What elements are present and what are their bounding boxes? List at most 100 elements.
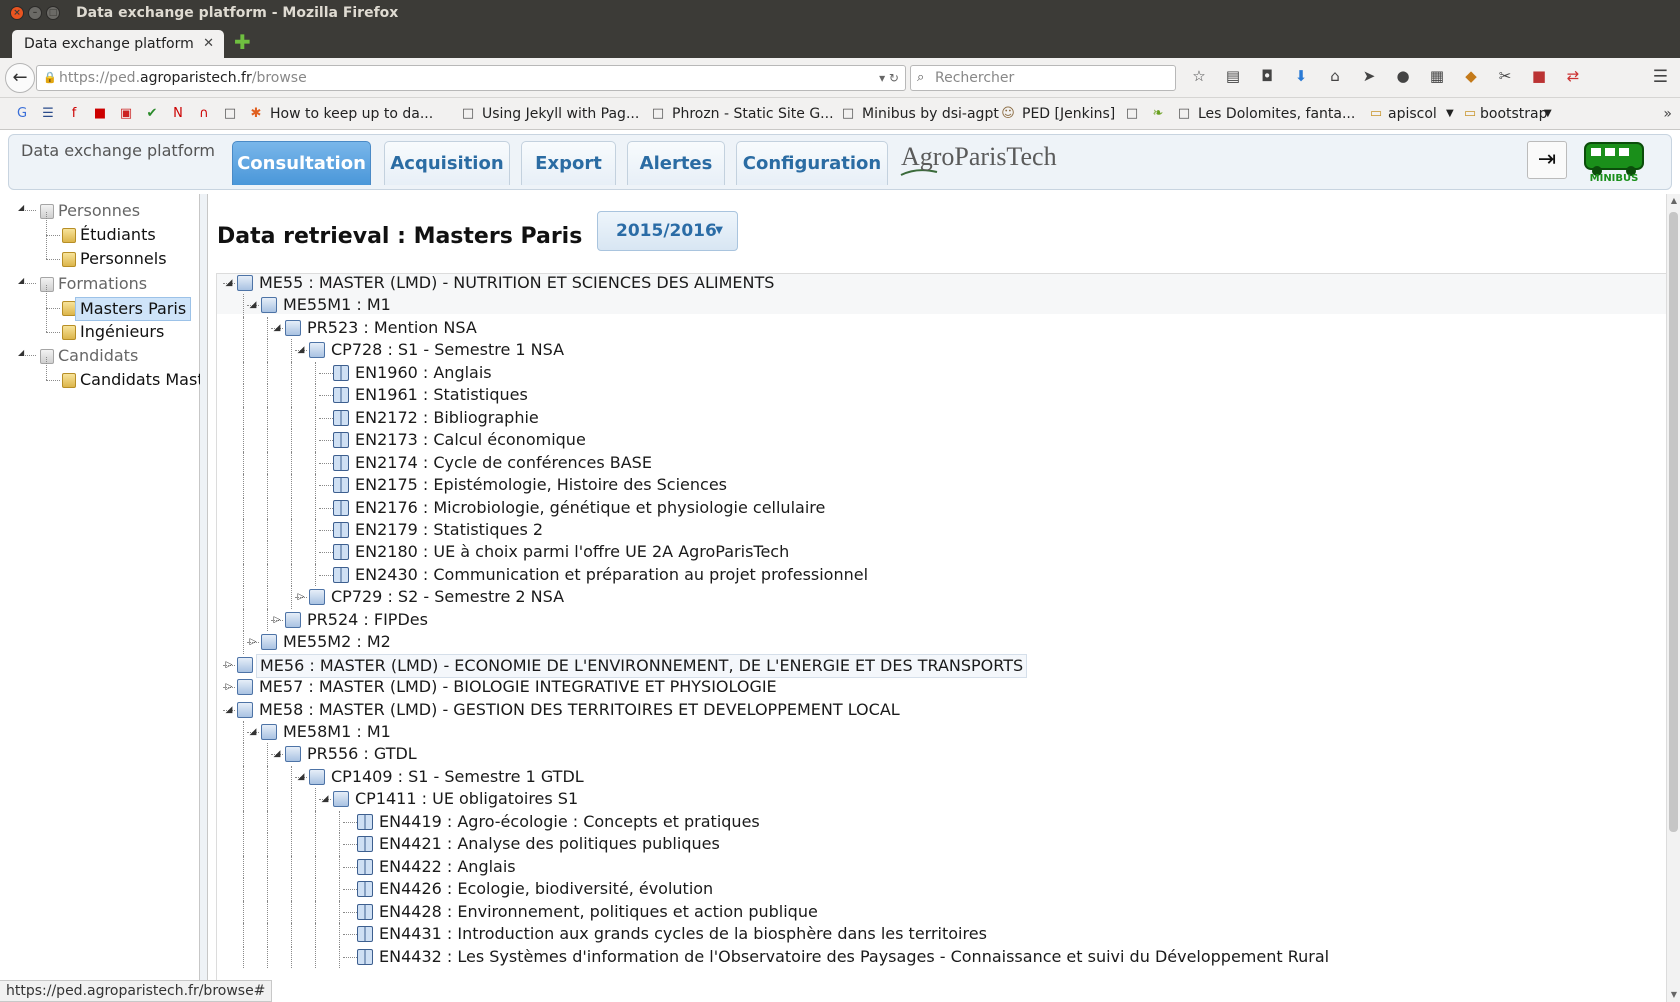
program-row[interactable]: ◢ CP1409 : S1 - Semestre 1 GTDL — [217, 766, 1657, 790]
collapse-toggle-icon[interactable]: ◢ — [271, 321, 283, 335]
google-translate-icon[interactable]: G — [14, 106, 30, 122]
nav-tab-consultation[interactable]: Consultation — [232, 141, 371, 185]
panel-splitter[interactable] — [200, 194, 208, 1002]
course-row[interactable]: EN2173 : Calcul économique — [217, 429, 1657, 453]
folder-dropdown-icon[interactable]: ▼ — [1544, 98, 1552, 129]
program-row[interactable]: ▷ CP729 : S2 - Semestre 2 NSA — [217, 586, 1657, 610]
page-icon[interactable]: □ — [1124, 106, 1140, 122]
url-bar[interactable]: 🔒 https://ped.agroparistech.fr/browse ▾ … — [36, 65, 906, 91]
bank-icon[interactable]: ■ — [92, 106, 108, 122]
tree-node-label[interactable]: PR556 : GTDL — [304, 743, 420, 765]
course-row[interactable]: EN4422 : Anglais — [217, 856, 1657, 880]
expand-toggle-icon[interactable]: ▷ — [223, 658, 235, 672]
tree-node-label[interactable]: ME58M1 : M1 — [280, 721, 394, 743]
tree-node-label[interactable]: ME56 : MASTER (LMD) - ECONOMIE DE L'ENVI… — [256, 653, 1028, 678]
pdf-icon[interactable]: ▣ — [118, 106, 134, 122]
check-icon[interactable]: ✔ — [144, 106, 160, 122]
page-icon[interactable]: □ — [222, 106, 238, 122]
expand-toggle-icon[interactable]: ◢ — [18, 203, 24, 212]
program-row[interactable]: ▷ ME56 : MASTER (LMD) - ECONOMIE DE L'ENV… — [217, 653, 1657, 678]
left-tree-item[interactable]: Personnes — [58, 200, 140, 222]
expand-toggle-icon[interactable]: ◢ — [18, 348, 24, 357]
tree-node-label[interactable]: PR523 : Mention NSA — [304, 317, 480, 339]
left-tree-item[interactable]: Formations — [58, 273, 147, 295]
collapse-toggle-icon[interactable]: ◢ — [247, 298, 259, 312]
expand-toggle-icon[interactable]: ▷ — [223, 680, 235, 694]
n-icon[interactable]: N — [170, 106, 186, 122]
tools-icon[interactable]: ✂ — [1494, 67, 1516, 85]
tree-node-label[interactable]: ME55 : MASTER (LMD) - NUTRITION ET SCIEN… — [256, 272, 777, 294]
tree-node-label[interactable]: EN2173 : Calcul économique — [352, 429, 589, 451]
extension-icon[interactable]: ◆ — [1460, 67, 1482, 85]
nav-tab-export[interactable]: Export — [521, 141, 616, 185]
course-row[interactable]: EN2179 : Statistiques 2 — [217, 519, 1657, 543]
course-row[interactable]: EN4419 : Agro-écologie : Concepts et pra… — [217, 811, 1657, 835]
tree-node-label[interactable]: EN4432 : Les Systèmes d'information de l… — [376, 946, 1332, 968]
left-tree-item[interactable]: Personnels — [80, 248, 167, 270]
course-row[interactable]: EN2176 : Microbiologie, génétique et phy… — [217, 497, 1657, 521]
collapse-toggle-icon[interactable]: ◢ — [223, 276, 235, 290]
bookmark-item[interactable]: apiscol — [1388, 98, 1437, 129]
more-bookmarks-icon[interactable]: » — [1663, 98, 1672, 129]
tree-node-label[interactable]: EN2174 : Cycle de conférences BASE — [352, 452, 655, 474]
program-row[interactable]: ◢ ME58 : MASTER (LMD) - GESTION DES TERRI… — [217, 699, 1657, 723]
course-row[interactable]: EN4428 : Environnement, politiques et ac… — [217, 901, 1657, 925]
course-row[interactable]: EN4426 : Ecologie, biodiversité, évoluti… — [217, 878, 1657, 902]
new-tab-icon[interactable]: ✚ — [234, 32, 251, 52]
tree-node-label[interactable]: EN2430 : Communication et préparation au… — [352, 564, 871, 586]
tree-node-label[interactable]: CP729 : S2 - Semestre 2 NSA — [328, 586, 567, 608]
expand-toggle-icon[interactable]: ▷ — [295, 590, 307, 604]
page-scrollbar[interactable]: ▲ ▼ — [1666, 194, 1680, 1002]
course-row[interactable]: EN1960 : Anglais — [217, 362, 1657, 386]
program-row[interactable]: ◢ ME55 : MASTER (LMD) - NUTRITION ET SCIE… — [217, 272, 1657, 296]
tree-node-label[interactable]: EN4428 : Environnement, politiques et ac… — [376, 901, 821, 923]
window-minimize-button[interactable]: – — [28, 6, 42, 20]
tree-node-label[interactable]: CP728 : S1 - Semestre 1 NSA — [328, 339, 567, 361]
tree-node-label[interactable]: PR524 : FIPDes — [304, 609, 431, 631]
year-dropdown[interactable]: 2015/2016 ▼ — [597, 211, 738, 251]
expand-toggle-icon[interactable]: ◢ — [18, 276, 24, 285]
bookmark-item[interactable]: Using Jekyll with Pag... — [482, 98, 639, 129]
bookmark-item[interactable]: Minibus by dsi-agpt — [862, 98, 999, 129]
logout-button[interactable]: ⇥ — [1527, 141, 1567, 179]
collapse-toggle-icon[interactable]: ◢ — [319, 792, 331, 806]
nav-tab-alertes[interactable]: Alertes — [627, 141, 725, 185]
left-tree-item[interactable]: Ingénieurs — [80, 321, 164, 343]
program-row[interactable]: ▷ ME55M2 : M2 — [217, 631, 1657, 655]
tree-node-label[interactable]: ME58 : MASTER (LMD) - GESTION DES TERRIT… — [256, 699, 903, 721]
tree-node-label[interactable]: EN4419 : Agro-écologie : Concepts et pra… — [376, 811, 763, 833]
chat-icon[interactable]: ● — [1392, 67, 1414, 85]
scrollbar-thumb[interactable] — [1669, 212, 1678, 832]
tree-node-label[interactable]: EN4422 : Anglais — [376, 856, 519, 878]
tree-node-label[interactable]: EN2172 : Bibliographie — [352, 407, 542, 429]
collapse-toggle-icon[interactable]: ◢ — [223, 703, 235, 717]
program-row[interactable]: ◢ PR523 : Mention NSA — [217, 317, 1657, 341]
expand-toggle-icon[interactable]: ▷ — [247, 635, 259, 649]
tree-node-label[interactable]: CP1411 : UE obligatoires S1 — [352, 788, 581, 810]
collapse-toggle-icon[interactable]: ◢ — [295, 343, 307, 357]
search-bar[interactable]: ⌕ Rechercher — [910, 65, 1176, 91]
tree-node-label[interactable]: EN1960 : Anglais — [352, 362, 495, 384]
program-row[interactable]: ◢ CP728 : S1 - Semestre 1 NSA — [217, 339, 1657, 363]
tree-node-label[interactable]: EN2180 : UE à choix parmi l'offre UE 2A … — [352, 541, 792, 563]
program-row[interactable]: ▷ ME57 : MASTER (LMD) - BIOLOGIE INTEGRAT… — [217, 676, 1657, 700]
tree-node-label[interactable]: ME55M2 : M2 — [280, 631, 394, 653]
course-row[interactable]: EN2180 : UE à choix parmi l'offre UE 2A … — [217, 541, 1657, 565]
tree-node-label[interactable]: EN4431 : Introduction aux grands cycles … — [376, 923, 990, 945]
scroll-up-icon[interactable]: ▲ — [1667, 194, 1680, 208]
home-icon[interactable]: ⌂ — [1324, 67, 1346, 85]
bookmark-item[interactable]: How to keep up to da... — [270, 98, 433, 129]
browser-tab[interactable]: Data exchange platform ✕ — [12, 30, 224, 58]
course-row[interactable]: EN1961 : Statistiques — [217, 384, 1657, 408]
bookmark-item[interactable]: Phrozn - Static Site G... — [672, 98, 834, 129]
program-row[interactable]: ◢ CP1411 : UE obligatoires S1 — [217, 788, 1657, 812]
course-row[interactable]: EN2174 : Cycle de conférences BASE — [217, 452, 1657, 476]
course-row[interactable]: EN4421 : Analyse des politiques publique… — [217, 833, 1657, 857]
nav-tab-acquisition[interactable]: Acquisition — [384, 141, 510, 185]
arch-icon[interactable]: ∩ — [196, 106, 212, 122]
pocket-icon[interactable]: ◘ — [1256, 67, 1278, 85]
collapse-toggle-icon[interactable]: ◢ — [295, 770, 307, 784]
program-row[interactable]: ◢ PR556 : GTDL — [217, 743, 1657, 767]
tree-node-label[interactable]: EN2179 : Statistiques 2 — [352, 519, 546, 541]
reload-icon[interactable]: ▾ ↻ — [879, 66, 899, 90]
